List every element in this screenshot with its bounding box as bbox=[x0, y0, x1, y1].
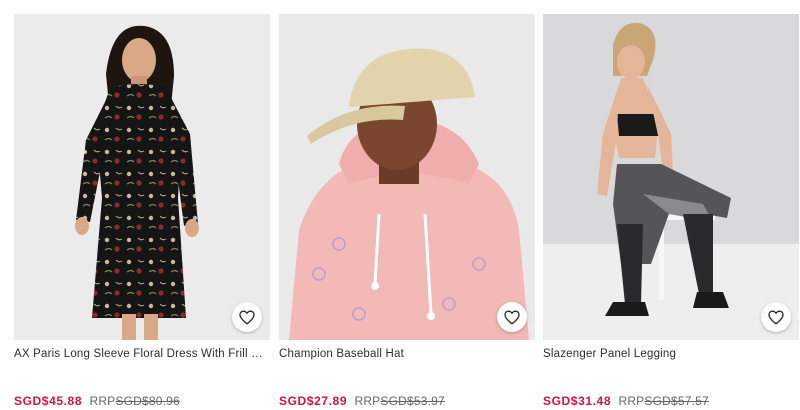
save-for-later-button[interactable] bbox=[497, 302, 527, 332]
sale-price: SGD$45.88 bbox=[14, 394, 83, 408]
was-price: SGD$53.97 bbox=[380, 394, 445, 408]
heart-icon bbox=[239, 309, 255, 325]
heart-icon bbox=[768, 309, 784, 325]
rrp-label: RRP bbox=[618, 394, 645, 408]
product-card: Slazenger Panel Legging SGD$31.48 RRPSGD… bbox=[543, 14, 799, 408]
product-card: Champion Baseball Hat SGD$27.89 RRPSGD$5… bbox=[279, 14, 535, 408]
rrp-label: RRP bbox=[89, 394, 116, 408]
was-price: SGD$80.96 bbox=[115, 394, 180, 408]
sale-price: SGD$27.89 bbox=[279, 394, 348, 408]
product-title[interactable]: Champion Baseball Hat bbox=[279, 348, 535, 370]
baseball-hat-photo bbox=[279, 14, 535, 340]
product-image-floral-dress[interactable] bbox=[14, 14, 270, 340]
product-title[interactable]: AX Paris Long Sleeve Floral Dress With F… bbox=[14, 348, 270, 370]
product-card: AX Paris Long Sleeve Floral Dress With F… bbox=[14, 14, 270, 408]
floral-dress-photo bbox=[14, 14, 270, 340]
panel-legging-photo bbox=[543, 14, 799, 340]
product-image-panel-legging[interactable] bbox=[543, 14, 799, 340]
product-prices: SGD$45.88 RRPSGD$80.96 bbox=[14, 394, 270, 408]
save-for-later-button[interactable] bbox=[761, 302, 791, 332]
save-for-later-button[interactable] bbox=[232, 302, 262, 332]
product-title[interactable]: Slazenger Panel Legging bbox=[543, 348, 799, 370]
product-image-baseball-hat[interactable] bbox=[279, 14, 535, 340]
rrp-label: RRP bbox=[354, 394, 381, 408]
sale-price: SGD$31.48 bbox=[543, 394, 612, 408]
heart-icon bbox=[504, 309, 520, 325]
product-prices: SGD$27.89 RRPSGD$53.97 bbox=[279, 394, 535, 408]
product-prices: SGD$31.48 RRPSGD$57.57 bbox=[543, 394, 799, 408]
product-grid: AX Paris Long Sleeve Floral Dress With F… bbox=[0, 0, 800, 410]
was-price: SGD$57.57 bbox=[644, 394, 709, 408]
